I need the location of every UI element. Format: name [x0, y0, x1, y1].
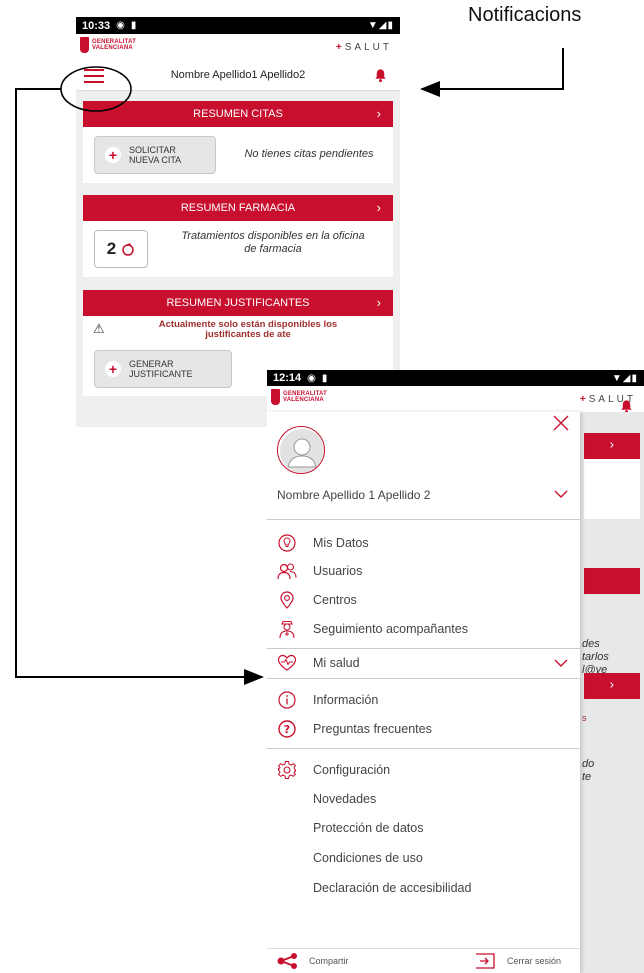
divider — [267, 648, 580, 649]
resumen-farmacia-header[interactable]: RESUMEN FARMACIA › — [83, 195, 393, 221]
close-icon[interactable] — [552, 414, 570, 432]
status-time: 12:14 — [273, 372, 302, 384]
avatar — [277, 426, 325, 474]
share-icon — [277, 953, 297, 969]
status-app-icon: ◉ — [307, 372, 316, 384]
chevron-right-icon: › — [376, 295, 381, 310]
app-header: GENERALITAT VALENCIANA + SALUT — [267, 386, 644, 412]
share-button[interactable]: Compartir — [277, 953, 349, 969]
farmacia-count: 2 — [106, 239, 117, 258]
warning-icon: ⚠ — [93, 322, 105, 337]
chevron-right-icon: › — [584, 673, 640, 699]
question-icon: ? — [277, 719, 297, 739]
location-pin-icon — [277, 590, 297, 610]
generalitat-logo: GENERALITAT VALENCIANA — [271, 389, 327, 405]
chevron-down-icon[interactable] — [554, 490, 568, 499]
navigation-drawer: Nombre Apellido 1 Apellido 2 Mis Datos U… — [267, 412, 580, 973]
pills-icon — [122, 243, 134, 256]
generalitat-logo: GENERALITAT VALENCIANA — [80, 37, 136, 53]
app-header: GENERALITAT VALENCIANA + SALUT — [76, 34, 400, 60]
status-signal-battery-icon: ▼◢▮ — [611, 372, 638, 384]
status-bar: 12:14 ◉ ▮ ▼◢▮ — [267, 370, 644, 386]
phone-screen-drawer: 12:14 ◉ ▮ ▼◢▮ GENERALITAT VALENCIANA + SA… — [267, 370, 644, 973]
farmacia-card: 2 Tratamientos disponibles en la oficina… — [83, 221, 393, 277]
generar-justificante-button[interactable]: + GENERAR JUSTIFICANTE — [94, 350, 232, 388]
notifications-arrow — [420, 48, 564, 97]
menu-item-preguntas-frecuentes[interactable]: ? Preguntas frecuentes — [277, 718, 432, 740]
logout-button[interactable]: Cerrar sesión — [475, 953, 561, 969]
gear-icon — [277, 760, 297, 780]
generalitat-emblem-icon — [80, 37, 89, 53]
plus-icon: + — [105, 147, 121, 163]
plus-icon: + — [105, 361, 121, 377]
citas-card: + SOLICITAR NUEVA CITA No tienes citas pe… — [83, 127, 393, 183]
generalitat-emblem-icon — [271, 389, 280, 405]
chevron-right-icon: › — [376, 200, 381, 215]
drawer-user-name[interactable]: Nombre Apellido 1 Apellido 2 — [277, 488, 430, 502]
status-time: 10:33 — [82, 19, 111, 32]
resumen-citas-header[interactable]: RESUMEN CITAS › — [83, 101, 393, 127]
logout-icon — [476, 953, 495, 969]
status-sim-icon: ▮ — [130, 20, 137, 31]
chevron-right-icon: › — [584, 433, 640, 459]
heart-pulse-icon — [277, 653, 297, 673]
status-sim-icon: ▮ — [321, 372, 328, 384]
background-content: › des tarlos l@ve › s do te — [580, 412, 644, 973]
drawer-footer: Compartir Cerrar sesión — [267, 948, 580, 973]
menu-item-novedades[interactable]: Novedades — [313, 788, 376, 810]
notification-bell-icon[interactable] — [373, 68, 388, 83]
companion-icon — [277, 619, 297, 639]
lightbulb-icon — [277, 533, 297, 553]
status-app-icon: ◉ — [116, 20, 125, 31]
chevron-down-icon[interactable] — [554, 659, 568, 668]
svg-text:?: ? — [284, 723, 290, 736]
menu-item-condiciones-uso[interactable]: Condiciones de uso — [313, 847, 423, 869]
menu-item-mi-salud[interactable]: Mi salud — [277, 652, 360, 674]
phone-screen-home: 10:33 ◉ ▮ ▼◢▮ GENERALITAT VALENCIANA + SA… — [76, 17, 400, 427]
menu-item-configuracion[interactable]: Configuración — [277, 759, 390, 781]
menu-item-centros[interactable]: Centros — [277, 589, 357, 611]
divider — [267, 678, 580, 679]
divider — [267, 519, 580, 520]
menu-item-mis-datos[interactable]: Mis Datos — [277, 532, 369, 554]
resumen-justificantes-header[interactable]: RESUMEN JUSTIFICANTES › — [83, 290, 393, 316]
farmacia-text: Tratamientos disponibles en la oficina d… — [181, 230, 365, 255]
users-icon — [277, 561, 297, 581]
justificantes-warning: Actualmente solo están disponibles los j… — [158, 319, 338, 340]
info-icon — [277, 690, 297, 710]
menu-item-proteccion-datos[interactable]: Protección de datos — [313, 817, 424, 839]
status-bar: 10:33 ◉ ▮ ▼◢▮ — [76, 17, 400, 34]
user-bar: Nombre Apellido1 Apellido2 — [76, 60, 400, 91]
user-avatar-icon — [280, 429, 324, 473]
solicitar-nueva-cita-button[interactable]: + SOLICITAR NUEVA CITA — [94, 136, 216, 174]
menu-item-seguimiento-acompanantes[interactable]: Seguimiento acompañantes — [277, 618, 468, 640]
citas-empty-text: No tienes citas pendientes — [244, 148, 374, 160]
menu-item-usuarios[interactable]: Usuarios — [277, 560, 362, 582]
gv-logo-line2: VALENCIANA — [92, 45, 133, 51]
farmacia-count-box[interactable]: 2 — [94, 230, 148, 268]
divider — [267, 748, 580, 749]
status-signal-battery-icon: ▼◢▮ — [367, 20, 394, 31]
user-name: Nombre Apellido1 Apellido2 — [170, 69, 306, 81]
salut-logo: + SALUT — [335, 42, 392, 53]
chevron-right-icon: › — [376, 106, 381, 121]
notifications-annotation-label: Notificacions — [468, 4, 582, 26]
menu-item-informacion[interactable]: Información — [277, 689, 378, 711]
menu-item-declaracion-accesibilidad[interactable]: Declaración de accesibilidad — [313, 877, 471, 899]
